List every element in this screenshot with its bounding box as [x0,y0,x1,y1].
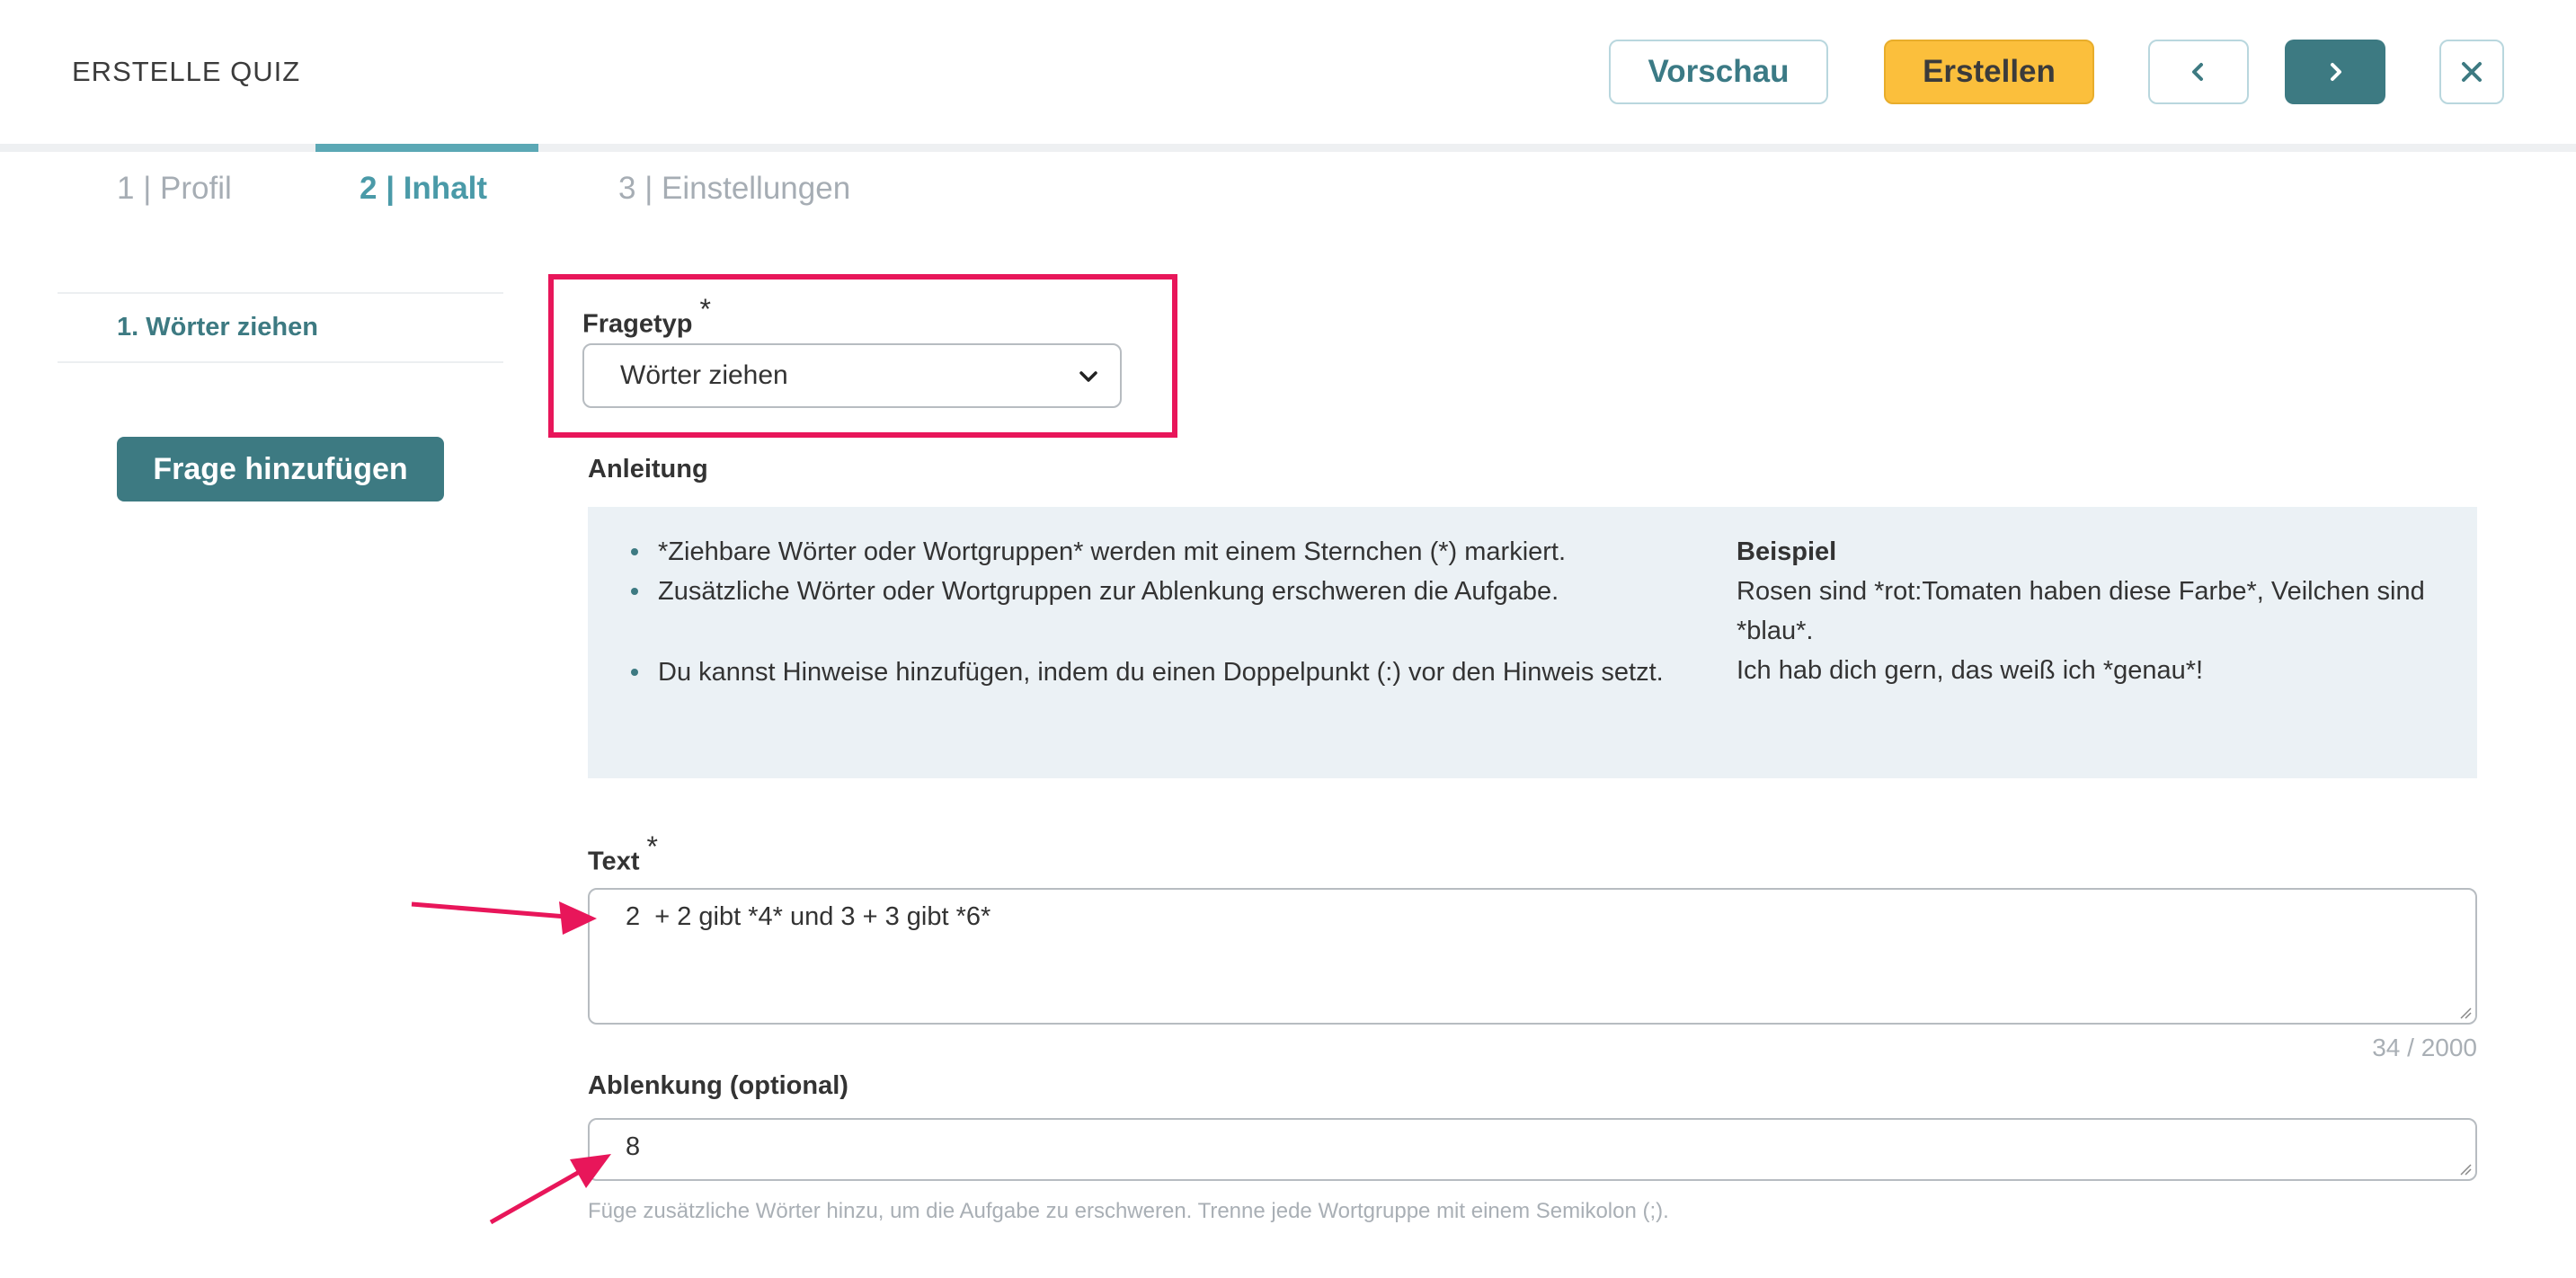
create-button[interactable]: Erstellen [1884,40,2094,104]
distraction-value: 8 [626,1132,641,1161]
example-line: Ich hab dich gern, das weiß ich *genau*! [1737,656,2204,685]
question-type-label: Fragetyp * [582,293,711,339]
example-title: Beispiel [1737,537,1837,566]
question-type-value: Wörter ziehen [620,360,788,390]
distraction-label: Ablenkung (optional) [588,1071,848,1100]
tab-profil[interactable]: 1 | Profil [117,171,232,207]
list-item: Du kannst Hinweise hinzufügen, indem du … [631,652,1665,692]
text-value: 2 + 2 gibt *4* und 3 + 3 gibt *6* [626,902,991,931]
tab-einstellungen[interactable]: 3 | Einstellungen [618,171,850,207]
example-section: Beispiel Rosen sind *rot:Tomaten haben d… [1737,532,2438,690]
instructions-label: Anleitung [588,455,708,484]
previous-button[interactable] [2148,40,2249,104]
tab-inhalt[interactable]: 2 | Inhalt [360,171,487,207]
close-icon [2462,62,2482,82]
instructions-box: *Ziehbare Wörter oder Wortgruppen* werde… [588,507,2477,778]
add-question-button[interactable]: Frage hinzufügen [117,437,444,501]
chevron-right-icon [2331,63,2341,81]
example-line: Rosen sind *rot:Tomaten haben diese Farb… [1737,577,2425,645]
close-button[interactable] [2439,40,2504,104]
distraction-hint: Füge zusätzliche Wörter hinzu, um die Au… [588,1199,1669,1223]
chevron-left-icon [2192,63,2203,81]
active-tab-indicator [315,144,538,152]
resize-handle-icon[interactable] [2459,1163,2472,1176]
character-counter: 34 / 2000 [2372,1034,2477,1061]
preview-button[interactable]: Vorschau [1609,40,1828,104]
text-textarea[interactable]: 2 + 2 gibt *4* und 3 + 3 gibt *6* [588,888,2477,1025]
list-item: Zusätzliche Wörter oder Wortgruppen zur … [631,572,1665,611]
arrow-icon [411,901,597,935]
chevron-down-icon [1079,371,1097,382]
resize-handle-icon[interactable] [2459,1007,2472,1019]
next-button[interactable] [2285,40,2385,104]
top-bar: ERSTELLE QUIZ Vorschau Erstellen [0,0,2576,144]
sidebar-item-question-1[interactable]: 1. Wörter ziehen [117,313,318,342]
sidebar-divider [58,292,503,294]
distraction-input[interactable]: 8 [588,1118,2477,1181]
text-label: Text * [588,830,658,876]
list-item: *Ziehbare Wörter oder Wortgruppen* werde… [631,532,1665,572]
question-type-select[interactable]: Wörter ziehen [582,343,1122,408]
sidebar-divider [58,361,503,363]
instructions-list: *Ziehbare Wörter oder Wortgruppen* werde… [631,532,1665,692]
page-title: ERSTELLE QUIZ [72,56,301,87]
